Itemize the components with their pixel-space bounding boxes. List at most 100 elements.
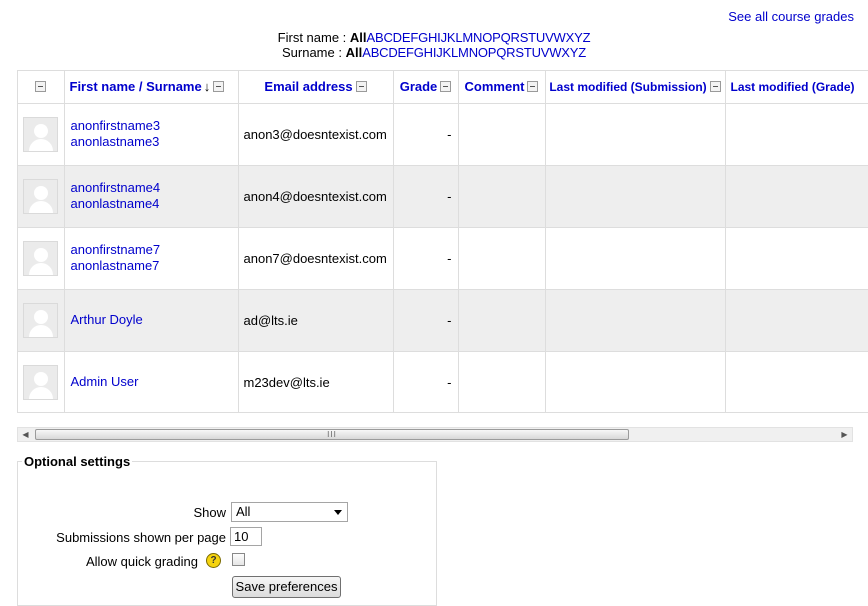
quick-grading-label: Allow quick grading (85, 554, 198, 569)
header-select (18, 71, 65, 104)
header-comment[interactable]: Comment (458, 71, 546, 104)
comment-cell (458, 289, 546, 351)
avatar-cell (18, 289, 65, 351)
comment-cell (458, 165, 546, 227)
per-page-input[interactable]: 10 (230, 527, 262, 546)
grade-cell: - (393, 289, 459, 351)
grade-cell: - (393, 165, 459, 227)
avatar[interactable] (23, 178, 58, 214)
table-row: Admin User m23dev@lts.ie - (18, 351, 868, 412)
header-comment-label[interactable]: Comment (465, 79, 525, 94)
header-lm-sub-label[interactable]: Last modified (Submission) (549, 80, 706, 94)
collapse-column-icon[interactable] (35, 81, 47, 93)
show-label: Show (193, 505, 226, 520)
email-cell: ad@lts.ie (238, 289, 394, 351)
user-surname-link[interactable]: anonlastname4 (71, 196, 238, 212)
quick-grading-checkbox[interactable] (232, 553, 245, 566)
collapse-column-icon[interactable] (527, 81, 539, 93)
lm-sub-cell (545, 351, 726, 412)
lm-sub-cell (545, 165, 726, 227)
lm-grade-cell (725, 351, 868, 412)
name-cell: anonfirstname7 anonlastname7 (64, 227, 239, 289)
lm-grade-cell (725, 227, 868, 289)
collapse-column-icon[interactable] (355, 81, 367, 93)
user-surname-link[interactable]: anonlastname3 (71, 134, 238, 150)
email-cell: anon7@doesntexist.com (238, 227, 394, 289)
avatar-cell (18, 165, 65, 227)
table-row: anonfirstname3 anonlastname3 anon3@doesnt… (18, 103, 868, 165)
user-name-link[interactable]: anonfirstname3 (71, 118, 238, 134)
show-select-value: All (236, 504, 251, 519)
lm-grade-cell (725, 165, 868, 227)
optional-settings: Optional settings Show All Submissions s… (17, 454, 437, 606)
avatar[interactable] (23, 364, 58, 400)
chevron-down-icon (334, 510, 342, 515)
surname-letters[interactable]: ABCDEFGHIJKLMNOPQRSTUVWXYZ (362, 45, 586, 60)
surname-initials: Surname : AllABCDEFGHIJKLMNOPQRSTUVWXYZ (0, 45, 868, 60)
scrollbar-grip: III (327, 430, 337, 439)
user-name-link[interactable]: anonfirstname4 (71, 180, 238, 196)
table-row: anonfirstname7 anonlastname7 anon7@doesnt… (18, 227, 868, 289)
surname-all: All (345, 45, 363, 60)
avatar-cell (18, 103, 65, 165)
header-grade[interactable]: Grade (393, 71, 459, 104)
header-lm-grade-label[interactable]: Last modified (Grade) (731, 80, 855, 94)
first-name-letters[interactable]: ABCDEFGHIJKLMNOPQRSTUVWXYZ (367, 30, 591, 45)
scrollbar-thumb[interactable]: III (35, 429, 629, 440)
grade-cell: - (393, 351, 459, 412)
first-name-label: First name : (277, 30, 347, 45)
show-select[interactable]: All (231, 502, 348, 522)
first-name-all: All (349, 30, 367, 45)
user-surname-link[interactable]: anonlastname7 (71, 258, 238, 274)
collapse-column-icon[interactable] (440, 81, 452, 93)
header-name-label[interactable]: First name / Surname (70, 79, 202, 94)
header-grade-label[interactable]: Grade (400, 79, 438, 94)
first-name-initials: First name : AllABCDEFGHIJKLMNOPQRSTUVWX… (0, 30, 868, 45)
optional-settings-legend: Optional settings (24, 454, 131, 469)
avatar[interactable] (23, 240, 58, 276)
email-cell: anon4@doesntexist.com (238, 165, 394, 227)
header-email[interactable]: Email address (238, 71, 394, 104)
name-cell: Admin User (64, 351, 239, 412)
collapse-column-icon[interactable] (213, 81, 225, 93)
save-preferences-button[interactable]: Save preferences (232, 576, 341, 598)
lm-grade-cell (725, 289, 868, 351)
scroll-left-icon[interactable]: ◀ (18, 428, 33, 441)
table-header-row: First name / Surname ↓ Email address Grad… (18, 71, 868, 104)
name-cell: Arthur Doyle (64, 289, 239, 351)
email-cell: anon3@doesntexist.com (238, 103, 394, 165)
lm-sub-cell (545, 103, 726, 165)
collapse-column-icon[interactable] (709, 81, 721, 93)
help-icon[interactable]: ? (206, 553, 221, 568)
avatar[interactable] (23, 116, 58, 152)
name-cell: anonfirstname4 anonlastname4 (64, 165, 239, 227)
grade-cell: - (393, 227, 459, 289)
header-last-modified-submission[interactable]: Last modified (Submission) (545, 71, 726, 104)
user-name-link[interactable]: Arthur Doyle (71, 312, 238, 328)
submissions-table: First name / Surname ↓ Email address Grad… (18, 71, 868, 412)
grade-cell: - (393, 103, 459, 165)
horizontal-scrollbar[interactable]: ◀ III ▶ (17, 427, 853, 442)
comment-cell (458, 351, 546, 412)
sort-arrow-icon: ↓ (203, 79, 211, 95)
user-name-link[interactable]: Admin User (71, 374, 238, 390)
header-email-label[interactable]: Email address (264, 79, 352, 94)
avatar-cell (18, 351, 65, 412)
per-page-label: Submissions shown per page (56, 530, 226, 545)
scroll-right-icon[interactable]: ▶ (837, 428, 852, 441)
lm-sub-cell (545, 227, 726, 289)
avatar-cell (18, 227, 65, 289)
comment-cell (458, 227, 546, 289)
header-name[interactable]: First name / Surname ↓ (64, 71, 239, 104)
email-cell: m23dev@lts.ie (238, 351, 394, 412)
surname-label: Surname : (281, 45, 342, 60)
submissions-table-wrapper: First name / Surname ↓ Email address Grad… (17, 70, 868, 413)
user-name-link[interactable]: anonfirstname7 (71, 242, 238, 258)
header-last-modified-grade[interactable]: Last modified (Grade) (725, 71, 868, 104)
lm-sub-cell (545, 289, 726, 351)
comment-cell (458, 103, 546, 165)
avatar[interactable] (23, 302, 58, 338)
see-all-course-grades-link[interactable]: See all course grades (728, 9, 854, 24)
table-row: Arthur Doyle ad@lts.ie - (18, 289, 868, 351)
lm-grade-cell (725, 103, 868, 165)
